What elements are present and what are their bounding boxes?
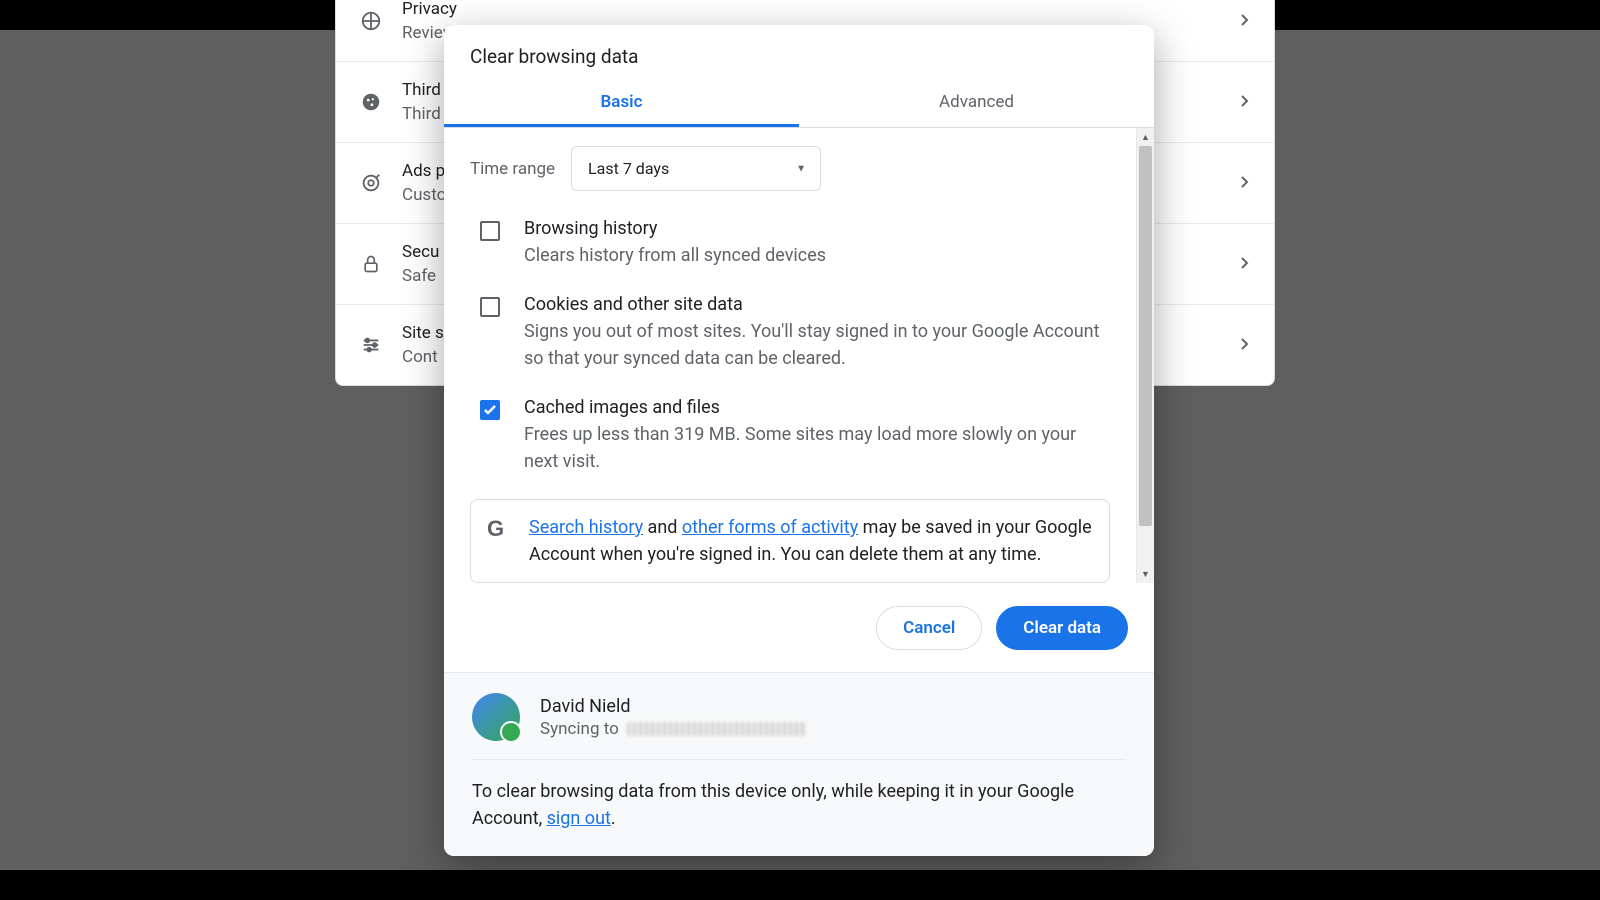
chevron-right-icon <box>1240 337 1250 351</box>
chevron-right-icon <box>1240 175 1250 189</box>
user-row: David Nield Syncing to <box>472 693 1126 760</box>
settings-row-title: Privacy <box>402 0 1220 19</box>
footer-note-post: . <box>611 808 616 829</box>
option-row: Browsing historyClears history from all … <box>444 199 1136 275</box>
option-desc: Signs you out of most sites. You'll stay… <box>524 318 1110 372</box>
chevron-right-icon <box>1240 94 1250 108</box>
scroll-content: Time range Last 7 days ▼ Browsing histor… <box>444 128 1136 583</box>
scrollbar[interactable]: ▲ ▼ <box>1136 128 1154 583</box>
scroll-down-icon[interactable]: ▼ <box>1137 565 1154 583</box>
time-range-value: Last 7 days <box>588 159 669 178</box>
scroll-up-icon[interactable]: ▲ <box>1137 128 1154 146</box>
time-range-label: Time range <box>470 159 555 179</box>
sign-out-link[interactable]: sign out <box>547 808 611 829</box>
option-row: Cookies and other site dataSigns you out… <box>444 275 1136 378</box>
option-title: Cached images and files <box>524 394 1110 421</box>
tab-advanced[interactable]: Advanced <box>799 82 1154 127</box>
cookie-icon <box>360 91 382 113</box>
dialog-footer: David Nield Syncing to To clear browsing… <box>444 672 1154 856</box>
option-text: Cookies and other site dataSigns you out… <box>524 291 1110 372</box>
dialog-actions: Cancel Clear data <box>444 583 1154 672</box>
option-text: Cached images and filesFrees up less tha… <box>524 394 1110 475</box>
tab-basic[interactable]: Basic <box>444 82 799 127</box>
user-name: David Nield <box>540 696 807 717</box>
chevron-down-icon: ▼ <box>796 163 806 174</box>
option-desc: Clears history from all synced devices <box>524 242 826 269</box>
info-mid: and <box>643 517 682 538</box>
time-range-row: Time range Last 7 days ▼ <box>444 128 1136 199</box>
target-icon <box>360 172 382 194</box>
letterbox-bottom <box>0 870 1600 900</box>
shield-icon <box>360 10 382 32</box>
lock-icon <box>360 253 382 275</box>
time-range-select[interactable]: Last 7 days ▼ <box>571 146 821 191</box>
chevron-right-icon <box>1240 13 1250 27</box>
option-title: Browsing history <box>524 215 826 242</box>
sync-prefix: Syncing to <box>540 719 619 739</box>
other-activity-link[interactable]: other forms of activity <box>682 517 858 538</box>
checkbox-checked[interactable] <box>480 400 500 420</box>
user-sync: Syncing to <box>540 719 807 739</box>
google-info-box: G Search history and other forms of acti… <box>470 499 1110 583</box>
sync-email-redacted <box>627 722 807 736</box>
cancel-button[interactable]: Cancel <box>876 606 982 650</box>
clear-data-button[interactable]: Clear data <box>996 606 1128 650</box>
checkbox-unchecked[interactable] <box>480 221 500 241</box>
footer-note: To clear browsing data from this device … <box>472 760 1126 832</box>
search-history-link[interactable]: Search history <box>529 517 643 538</box>
option-title: Cookies and other site data <box>524 291 1110 318</box>
google-icon: G <box>487 516 511 540</box>
clear-browsing-data-dialog: Clear browsing data Basic Advanced Time … <box>444 25 1154 856</box>
option-text: Browsing historyClears history from all … <box>524 215 826 269</box>
info-text: Search history and other forms of activi… <box>529 514 1093 568</box>
option-desc: Frees up less than 319 MB. Some sites ma… <box>524 421 1110 475</box>
tabs: Basic Advanced <box>444 82 1154 128</box>
avatar <box>472 693 520 741</box>
scrollbar-thumb[interactable] <box>1139 146 1152 526</box>
scroll-area: Time range Last 7 days ▼ Browsing histor… <box>444 128 1154 583</box>
option-row: Cached images and filesFrees up less tha… <box>444 378 1136 481</box>
chevron-right-icon <box>1240 256 1250 270</box>
dialog-title: Clear browsing data <box>444 25 1154 82</box>
checkbox-unchecked[interactable] <box>480 297 500 317</box>
sliders-icon <box>360 334 382 356</box>
